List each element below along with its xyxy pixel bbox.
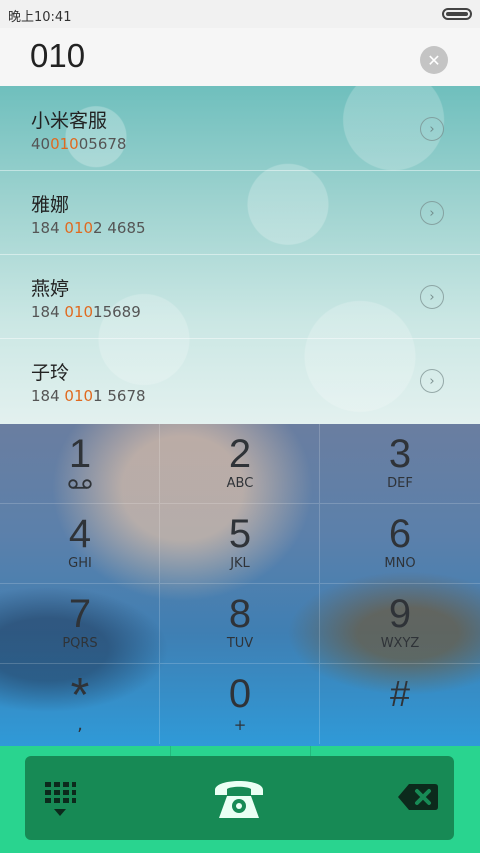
key-letters: ABC: [226, 476, 254, 491]
key-digit: #: [389, 673, 411, 714]
key-letters: PQRS: [62, 636, 98, 651]
battery-icon: [442, 8, 472, 20]
key-star[interactable]: * ,: [0, 664, 160, 744]
contact-detail-chevron-icon[interactable]: ›: [420, 369, 444, 393]
number-prefix: 184: [31, 387, 65, 405]
key-8[interactable]: 8 TUV: [160, 584, 320, 664]
key-6[interactable]: 6 MNO: [320, 504, 480, 584]
number-match: 010: [50, 135, 79, 153]
contact-name: 小米客服: [31, 110, 108, 132]
number-suffix: 1 5678: [93, 387, 146, 405]
contact-row[interactable]: 燕婷 184 01015689 ›: [0, 254, 480, 339]
contact-number: 4001005678: [31, 135, 126, 153]
key-digit: 8: [228, 592, 252, 636]
key-digit: 5: [228, 512, 252, 556]
key-digit: 1: [68, 432, 92, 476]
dialpad-icon[interactable]: [43, 780, 77, 818]
contact-name: 燕婷: [31, 278, 70, 300]
phone-icon[interactable]: [209, 772, 269, 822]
contact-row[interactable]: 小米客服 4001005678 ›: [0, 86, 480, 171]
key-digit: 3: [388, 432, 412, 476]
key-digit: 6: [388, 512, 412, 556]
key-1[interactable]: 1: [0, 424, 160, 504]
contact-number: 184 0101 5678: [31, 387, 146, 405]
status-bar: 晚上10:41: [0, 0, 480, 28]
key-9[interactable]: 9 WXYZ: [320, 584, 480, 664]
contact-detail-chevron-icon[interactable]: ›: [420, 285, 444, 309]
dial-number-input[interactable]: [30, 36, 390, 76]
number-match: 010: [64, 303, 94, 321]
contact-row[interactable]: 子玲 184 0101 5678 ›: [0, 338, 480, 422]
key-digit: 2: [228, 432, 252, 476]
dial-keypad: 1 2 ABC 3 DEF 4 GHI 5 JKL 6 MNO 7 PQRS 8…: [0, 424, 480, 746]
contact-name: 雅娜: [31, 194, 70, 216]
key-digit: 4: [68, 512, 92, 556]
key-5[interactable]: 5 JKL: [160, 504, 320, 584]
key-letters: ,: [77, 714, 83, 735]
action-panel: [25, 756, 454, 840]
number-prefix: 40: [31, 135, 51, 153]
number-match: 010: [64, 219, 94, 237]
key-2[interactable]: 2 ABC: [160, 424, 320, 504]
contact-number: 184 01015689: [31, 303, 141, 321]
key-4[interactable]: 4 GHI: [0, 504, 160, 584]
key-letters: MNO: [384, 556, 416, 571]
contact-results-list: 小米客服 4001005678 › 雅娜 184 0102 4685 › 燕婷 …: [0, 86, 480, 424]
status-time: 晚上10:41: [8, 10, 72, 25]
voicemail-icon: [68, 479, 92, 489]
contact-detail-chevron-icon[interactable]: ›: [420, 201, 444, 225]
key-hash[interactable]: #: [320, 664, 480, 744]
key-digit: *: [70, 669, 90, 722]
divider: [170, 746, 171, 756]
action-bar: [0, 746, 480, 853]
key-0[interactable]: 0 +: [160, 664, 320, 744]
contact-row[interactable]: 雅娜 184 0102 4685 ›: [0, 170, 480, 255]
number-suffix: 05678: [78, 135, 127, 153]
search-bar: ✕: [0, 28, 480, 86]
key-letters: TUV: [226, 636, 254, 651]
clear-icon[interactable]: ✕: [420, 46, 448, 74]
contact-number: 184 0102 4685: [31, 219, 146, 237]
key-digit: 7: [68, 592, 92, 636]
number-suffix: 15689: [93, 303, 141, 321]
key-letters: +: [233, 716, 247, 734]
key-3[interactable]: 3 DEF: [320, 424, 480, 504]
number-prefix: 184: [31, 219, 65, 237]
key-7[interactable]: 7 PQRS: [0, 584, 160, 664]
number-match: 010: [64, 387, 94, 405]
key-letters: JKL: [230, 556, 250, 571]
backspace-icon[interactable]: [397, 782, 439, 812]
contact-detail-chevron-icon[interactable]: ›: [420, 117, 444, 141]
divider: [310, 746, 311, 756]
key-digit: 9: [388, 592, 412, 636]
contact-name: 子玲: [31, 362, 70, 384]
number-prefix: 184: [31, 303, 65, 321]
key-letters: WXYZ: [380, 636, 420, 651]
number-suffix: 2 4685: [93, 219, 146, 237]
key-letters: GHI: [68, 556, 92, 571]
key-letters: DEF: [387, 476, 413, 491]
key-digit: 0: [228, 672, 252, 716]
